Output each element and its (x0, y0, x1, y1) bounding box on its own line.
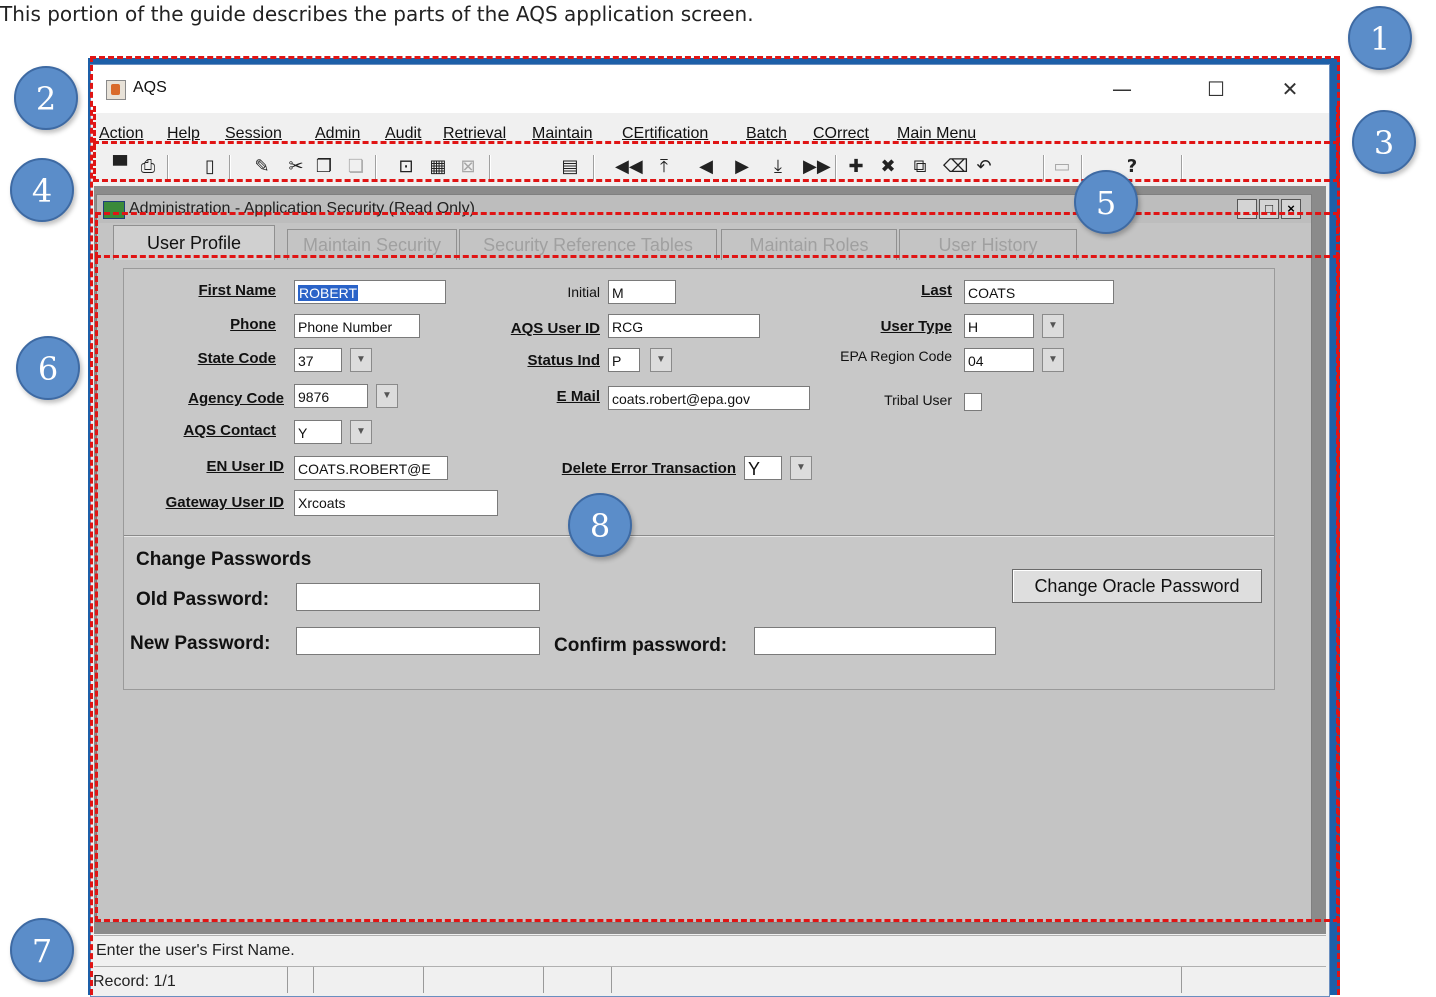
annotation-box-title-bar (93, 106, 1339, 144)
annotation-box-toolbar (93, 144, 1339, 182)
callout-7: 7 (10, 918, 74, 982)
callout-4: 4 (10, 158, 74, 222)
intro-text: This portion of the guide describes the … (0, 2, 754, 26)
annotation-box-form-area (95, 258, 1339, 922)
callout-3: 3 (1352, 110, 1416, 174)
callout-6: 6 (16, 336, 80, 400)
annotation-box-tabs (95, 212, 1339, 258)
callout-2: 2 (14, 66, 78, 130)
callout-8: 8 (568, 493, 632, 557)
callout-1: 1 (1348, 6, 1412, 70)
callout-5: 5 (1074, 170, 1138, 234)
